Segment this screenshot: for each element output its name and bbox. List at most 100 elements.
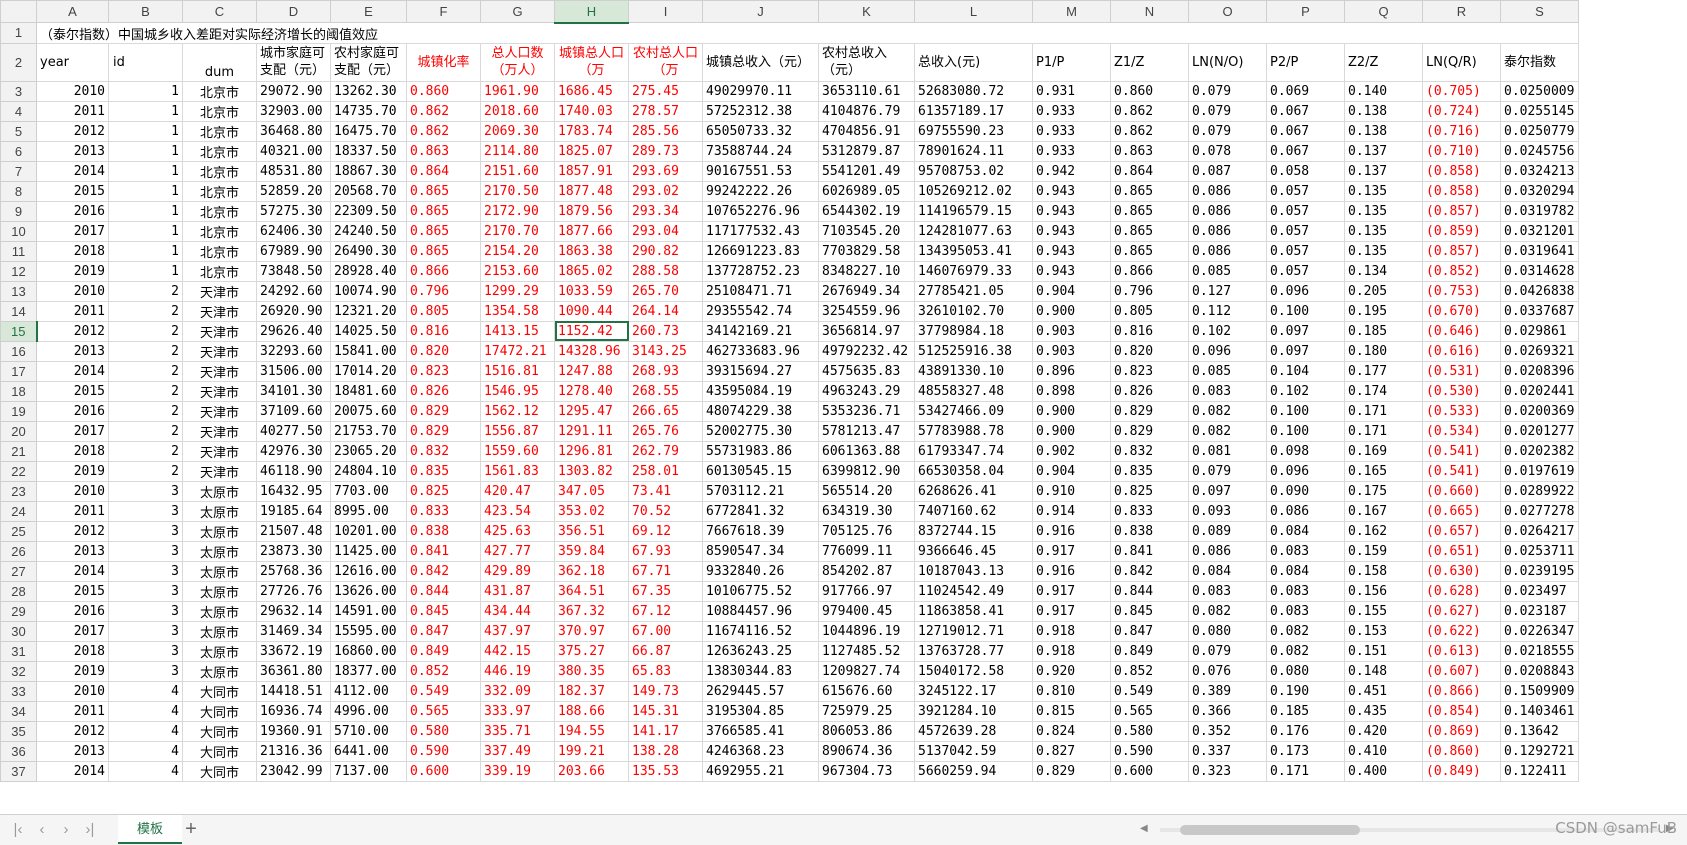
row-header-5[interactable]: 5	[0, 120, 37, 142]
row-header-33[interactable]: 33	[0, 680, 37, 702]
cell-E26[interactable]: 11425.00	[330, 540, 407, 562]
cell-D6[interactable]: 40321.00	[256, 140, 331, 162]
cell-E32[interactable]: 18377.00	[330, 660, 407, 682]
cell-Q14[interactable]: 0.195	[1344, 300, 1423, 322]
cell-Q31[interactable]: 0.151	[1344, 640, 1423, 662]
cell-F17[interactable]: 0.823	[406, 360, 481, 382]
cell-M9[interactable]: 0.943	[1032, 200, 1111, 222]
row-header-28[interactable]: 28	[0, 580, 37, 602]
cell-N6[interactable]: 0.863	[1110, 140, 1189, 162]
cell-G4[interactable]: 2018.60	[480, 100, 555, 122]
cell-F27[interactable]: 0.842	[406, 560, 481, 582]
cell-N10[interactable]: 0.865	[1110, 220, 1189, 242]
cell-H34[interactable]: 188.66	[554, 700, 629, 722]
cell-P13[interactable]: 0.096	[1266, 280, 1345, 302]
cell-S5[interactable]: 0.0250779	[1500, 120, 1579, 142]
cell-D13[interactable]: 24292.60	[256, 280, 331, 302]
cell-E5[interactable]: 16475.70	[330, 120, 407, 142]
cell-I24[interactable]: 70.52	[628, 500, 703, 522]
cell-N15[interactable]: 0.816	[1110, 320, 1189, 342]
cell-M4[interactable]: 0.933	[1032, 100, 1111, 122]
cell-C11[interactable]: 北京市	[182, 240, 257, 262]
cell-D9[interactable]: 57275.30	[256, 200, 331, 222]
cell-D17[interactable]: 31506.00	[256, 360, 331, 382]
cell-C26[interactable]: 太原市	[182, 540, 257, 562]
header-cell-L[interactable]: 总收入(元)	[914, 42, 1033, 82]
cell-H17[interactable]: 1247.88	[554, 360, 629, 382]
cell-N30[interactable]: 0.847	[1110, 620, 1189, 642]
cell-G3[interactable]: 1961.90	[480, 80, 555, 102]
cell-S11[interactable]: 0.0319641	[1500, 240, 1579, 262]
cell-O37[interactable]: 0.323	[1188, 760, 1267, 782]
cell-P26[interactable]: 0.083	[1266, 540, 1345, 562]
cell-K34[interactable]: 725979.25	[818, 700, 915, 722]
cell-H3[interactable]: 1686.45	[554, 80, 629, 102]
cell-A32[interactable]: 2019	[36, 660, 109, 682]
cell-H13[interactable]: 1033.59	[554, 280, 629, 302]
cell-L16[interactable]: 512525916.38	[914, 340, 1033, 362]
cell-L18[interactable]: 48558327.48	[914, 380, 1033, 402]
header-cell-G[interactable]: 总人口数（万人）	[480, 42, 555, 82]
cell-S32[interactable]: 0.0208843	[1500, 660, 1579, 682]
cell-P20[interactable]: 0.100	[1266, 420, 1345, 442]
cell-O27[interactable]: 0.084	[1188, 560, 1267, 582]
cell-O19[interactable]: 0.082	[1188, 400, 1267, 422]
cell-F16[interactable]: 0.820	[406, 340, 481, 362]
cell-M3[interactable]: 0.931	[1032, 80, 1111, 102]
cell-A9[interactable]: 2016	[36, 200, 109, 222]
cell-G32[interactable]: 446.19	[480, 660, 555, 682]
cell-A5[interactable]: 2012	[36, 120, 109, 142]
cell-C32[interactable]: 太原市	[182, 660, 257, 682]
cell-A17[interactable]: 2014	[36, 360, 109, 382]
cell-L13[interactable]: 27785421.05	[914, 280, 1033, 302]
cell-C3[interactable]: 北京市	[182, 80, 257, 102]
cell-G15[interactable]: 1413.15	[480, 320, 555, 342]
cell-C34[interactable]: 大同市	[182, 700, 257, 722]
cell-Q28[interactable]: 0.156	[1344, 580, 1423, 602]
cell-J16[interactable]: 462733683.96	[702, 340, 819, 362]
cell-J31[interactable]: 12636243.25	[702, 640, 819, 662]
cell-M31[interactable]: 0.918	[1032, 640, 1111, 662]
cell-C13[interactable]: 天津市	[182, 280, 257, 302]
cell-F29[interactable]: 0.845	[406, 600, 481, 622]
cell-R23[interactable]: (0.660)	[1422, 480, 1501, 502]
cell-N31[interactable]: 0.849	[1110, 640, 1189, 662]
cell-B12[interactable]: 1	[108, 260, 183, 282]
cell-O15[interactable]: 0.102	[1188, 320, 1267, 342]
cell-J37[interactable]: 4692955.21	[702, 760, 819, 782]
cell-B19[interactable]: 2	[108, 400, 183, 422]
cell-K31[interactable]: 1127485.52	[818, 640, 915, 662]
cell-D23[interactable]: 16432.95	[256, 480, 331, 502]
cell-Q20[interactable]: 0.171	[1344, 420, 1423, 442]
cell-L32[interactable]: 15040172.58	[914, 660, 1033, 682]
cell-B11[interactable]: 1	[108, 240, 183, 262]
cell-B10[interactable]: 1	[108, 220, 183, 242]
cell-E10[interactable]: 24240.50	[330, 220, 407, 242]
cell-G35[interactable]: 335.71	[480, 720, 555, 742]
add-sheet-icon[interactable]: +	[180, 818, 202, 840]
cell-D16[interactable]: 32293.60	[256, 340, 331, 362]
cell-P16[interactable]: 0.097	[1266, 340, 1345, 362]
cell-S36[interactable]: 0.1292721	[1500, 740, 1579, 762]
cell-K16[interactable]: 49792232.42	[818, 340, 915, 362]
row-header-2[interactable]: 2	[0, 42, 37, 82]
cell-E33[interactable]: 4112.00	[330, 680, 407, 702]
cell-J25[interactable]: 7667618.39	[702, 520, 819, 542]
cell-E6[interactable]: 18337.50	[330, 140, 407, 162]
cell-S4[interactable]: 0.0255145	[1500, 100, 1579, 122]
cell-M20[interactable]: 0.900	[1032, 420, 1111, 442]
cell-F31[interactable]: 0.849	[406, 640, 481, 662]
cell-H14[interactable]: 1090.44	[554, 300, 629, 322]
cell-A12[interactable]: 2019	[36, 260, 109, 282]
cell-R3[interactable]: (0.705)	[1422, 80, 1501, 102]
cell-S21[interactable]: 0.0202382	[1500, 440, 1579, 462]
cell-Q5[interactable]: 0.138	[1344, 120, 1423, 142]
cell-G21[interactable]: 1559.60	[480, 440, 555, 462]
cell-E28[interactable]: 13626.00	[330, 580, 407, 602]
cell-K9[interactable]: 6544302.19	[818, 200, 915, 222]
cell-C16[interactable]: 天津市	[182, 340, 257, 362]
cell-R11[interactable]: (0.857)	[1422, 240, 1501, 262]
cell-F10[interactable]: 0.865	[406, 220, 481, 242]
cell-N25[interactable]: 0.838	[1110, 520, 1189, 542]
cell-P27[interactable]: 0.084	[1266, 560, 1345, 582]
